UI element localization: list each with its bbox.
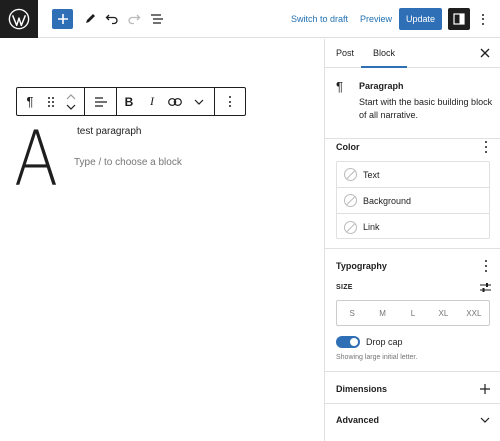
- update-button[interactable]: Update: [399, 8, 442, 30]
- tab-post[interactable]: Post: [336, 48, 354, 58]
- add-block-button[interactable]: [52, 9, 73, 29]
- redo-icon: [128, 14, 141, 25]
- more-vertical-icon: [480, 13, 486, 25]
- dimensions-panel-title: Dimensions: [336, 384, 388, 394]
- typography-panel-title: Typography: [336, 261, 387, 271]
- pilcrow-icon: ¶: [26, 94, 34, 109]
- format-group: B I: [117, 88, 215, 115]
- switch-to-draft-button[interactable]: Switch to draft: [291, 12, 348, 26]
- font-size-option-xl[interactable]: XL: [428, 301, 458, 325]
- font-size-option-m[interactable]: M: [367, 301, 397, 325]
- chevron-down-icon: [194, 99, 204, 105]
- settings-sliders-icon[interactable]: [480, 282, 491, 293]
- more-formatting-button[interactable]: [187, 88, 211, 115]
- italic-button[interactable]: I: [141, 88, 163, 115]
- editor-header: Switch to draft Preview Update: [0, 0, 500, 38]
- list-view-icon: [150, 14, 163, 24]
- pilcrow-icon: ¶: [336, 79, 343, 94]
- chevron-up-icon: [66, 93, 76, 99]
- italic-icon: I: [150, 94, 154, 108]
- color-item-text[interactable]: Text: [337, 162, 489, 188]
- advanced-panel-title: Advanced: [336, 415, 380, 425]
- paragraph-transform-button[interactable]: ¶: [17, 88, 43, 115]
- block-toolbar: ¶ B I: [16, 87, 246, 116]
- options-group: [215, 88, 245, 115]
- swatch-empty-icon: [344, 194, 357, 207]
- paragraph-text[interactable]: test paragraph: [77, 126, 142, 137]
- undo-button[interactable]: [101, 8, 123, 30]
- block-switcher-group: ¶: [17, 88, 85, 115]
- link-button[interactable]: [163, 88, 187, 115]
- block-card-description: Start with the basic building block of a…: [359, 97, 493, 120]
- bold-button[interactable]: B: [117, 88, 141, 115]
- tools-button[interactable]: [79, 8, 101, 30]
- redo-button[interactable]: [123, 8, 145, 30]
- move-block-control[interactable]: [59, 88, 83, 115]
- drop-cap-letter: A: [14, 114, 59, 203]
- swatch-empty-icon: [344, 168, 357, 181]
- chevron-down-icon[interactable]: [480, 417, 490, 423]
- more-vertical-icon[interactable]: [483, 141, 489, 153]
- plus-icon[interactable]: [480, 384, 490, 394]
- color-item-label: Text: [363, 169, 380, 180]
- more-vertical-icon: [227, 96, 233, 107]
- bold-icon: B: [124, 94, 134, 109]
- settings-sidebar: Post Block ¶ Paragraph Start with the ba…: [324, 39, 500, 441]
- color-list: Text Background Link: [336, 161, 490, 239]
- tab-block[interactable]: Block: [373, 48, 395, 58]
- color-item-link[interactable]: Link: [337, 214, 489, 240]
- preview-button[interactable]: Preview: [360, 12, 392, 26]
- swatch-empty-icon: [344, 220, 357, 234]
- block-options-button[interactable]: [216, 88, 244, 115]
- wordpress-logo-button[interactable]: [0, 0, 38, 38]
- font-size-label: SIZE: [336, 284, 353, 291]
- align-left-icon: [94, 96, 107, 107]
- font-size-option-xxl[interactable]: XXL: [459, 301, 489, 325]
- drag-handle[interactable]: [43, 88, 59, 115]
- pencil-icon: [86, 14, 95, 23]
- drop-cap-label: Drop cap: [366, 337, 403, 347]
- chevron-down-icon: [66, 104, 76, 110]
- close-icon[interactable]: [478, 46, 492, 60]
- options-button[interactable]: [476, 8, 490, 30]
- block-placeholder[interactable]: Type / to choose a block: [74, 157, 182, 168]
- color-item-label: Background: [363, 195, 412, 206]
- font-size-picker: S M L XL XXL: [336, 300, 490, 326]
- block-card-title: Paragraph: [359, 81, 404, 91]
- sidebar-tabs: Post Block: [325, 39, 500, 68]
- font-size-option-l[interactable]: L: [398, 301, 428, 325]
- color-item-background[interactable]: Background: [337, 188, 489, 214]
- more-vertical-icon[interactable]: [483, 260, 489, 272]
- link-icon: [168, 97, 182, 106]
- plus-icon: [57, 14, 68, 24]
- font-size-option-s[interactable]: S: [337, 301, 367, 325]
- wordpress-icon: [8, 8, 30, 30]
- drag-handle-icon: [48, 96, 54, 107]
- drop-cap-help-text: Showing large initial letter.: [336, 354, 418, 361]
- document-overview-button[interactable]: [146, 8, 168, 30]
- align-group: [85, 88, 117, 115]
- settings-toggle-button[interactable]: [448, 8, 470, 30]
- align-text-button[interactable]: [86, 88, 116, 115]
- color-panel-title: Color: [336, 142, 360, 152]
- drop-cap-toggle[interactable]: [336, 336, 360, 348]
- undo-icon: [105, 14, 118, 25]
- sidebar-icon: [453, 13, 465, 25]
- color-item-label: Link: [363, 222, 380, 232]
